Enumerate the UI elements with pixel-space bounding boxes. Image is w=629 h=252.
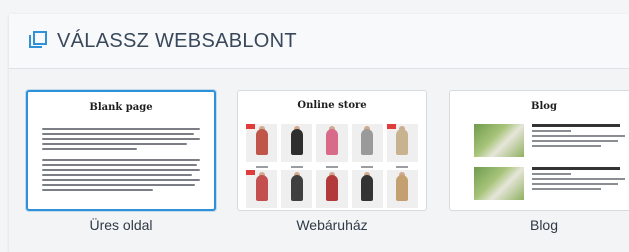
template-thumbnail[interactable]: Blank page [26, 90, 216, 211]
template-card-blank[interactable]: Blank page Üres oldal [26, 90, 216, 233]
product-image [246, 124, 278, 168]
copy-icon [29, 31, 49, 51]
blog-post-text [532, 167, 629, 200]
placeholder-text [42, 128, 200, 153]
template-caption[interactable]: Blog [449, 217, 629, 233]
template-card-online-store[interactable]: Online store Webáruház [237, 90, 427, 233]
template-thumbnail[interactable]: Online store [237, 90, 427, 211]
product-image [246, 170, 278, 208]
thumbnail-title: Online store [297, 100, 367, 111]
blog-post-text [532, 124, 629, 157]
blog-post-image [474, 124, 524, 157]
product-image [351, 124, 383, 168]
placeholder-text [42, 159, 200, 194]
product-image [281, 170, 313, 208]
product-image [351, 170, 383, 208]
product-image [281, 124, 313, 168]
template-list: Blank page Üres oldal Online store Webár… [9, 69, 629, 252]
blog-post-preview [474, 124, 629, 157]
product-image [316, 124, 348, 168]
blog-post-image [474, 167, 524, 200]
template-card-blog[interactable]: Blog Blog [449, 90, 629, 233]
template-picker-panel: VÁLASSZ WEBSABLONT Blank page Üres oldal… [9, 14, 629, 252]
template-thumbnail[interactable]: Blog [449, 90, 629, 211]
template-caption[interactable]: Webáruház [237, 217, 427, 233]
template-caption[interactable]: Üres oldal [26, 217, 216, 233]
panel-title: VÁLASSZ WEBSABLONT [57, 29, 297, 52]
product-image [386, 170, 418, 208]
thumbnail-title: Blank page [89, 102, 153, 113]
product-grid [246, 124, 418, 208]
blog-post-preview [474, 167, 629, 200]
thumbnail-title: Blog [531, 101, 557, 112]
product-image [316, 170, 348, 208]
product-image [386, 124, 418, 168]
panel-header: VÁLASSZ WEBSABLONT [9, 14, 629, 69]
